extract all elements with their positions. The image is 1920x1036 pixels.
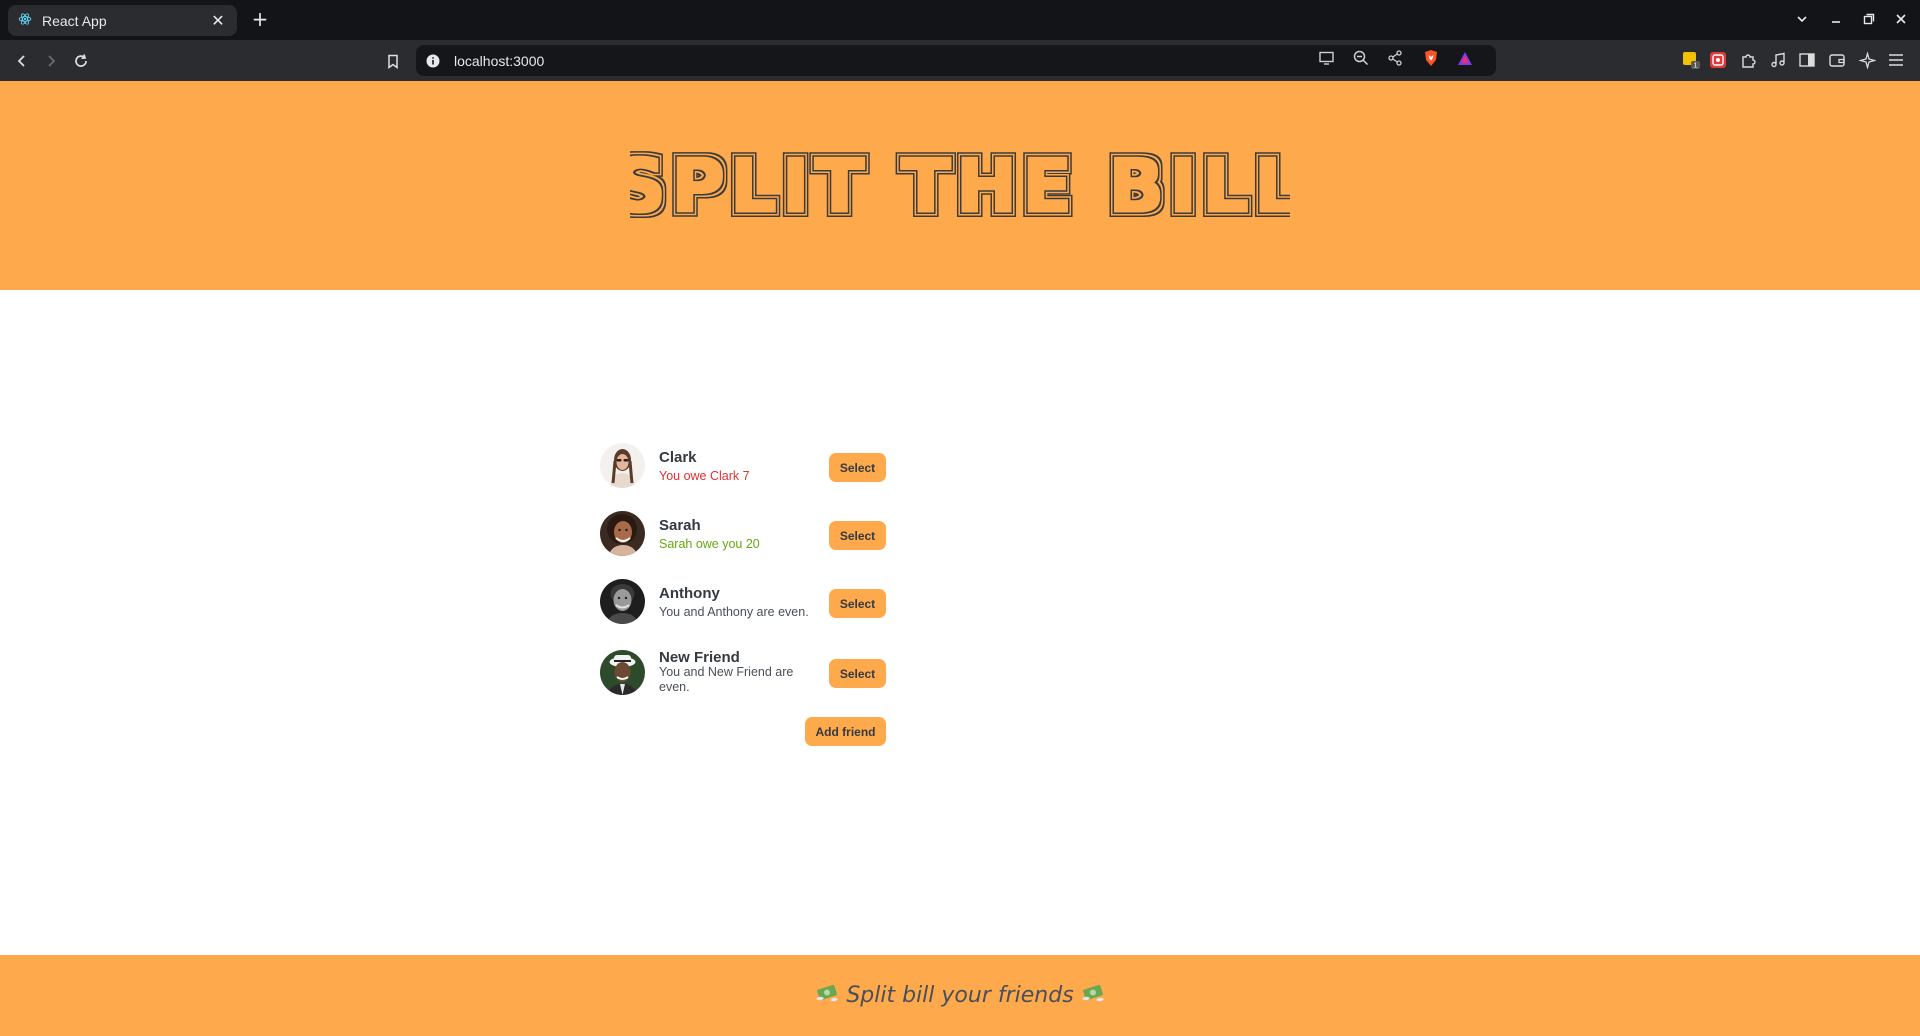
friend-name: Anthony <box>659 585 720 602</box>
money-with-wings-icon <box>1080 981 1106 1011</box>
tab-title: React App <box>42 12 107 29</box>
avatar <box>600 511 645 556</box>
wallet-icon[interactable] <box>1825 48 1849 72</box>
friend-item: Clark You owe Clark 7 Select <box>600 443 888 499</box>
media-music-icon[interactable] <box>1766 48 1790 72</box>
minimize-icon[interactable] <box>1824 8 1848 32</box>
share-icon[interactable] <box>1384 47 1406 69</box>
notes-extension-icon[interactable]: 1 <box>1679 48 1703 72</box>
select-friend-button[interactable]: Select <box>829 589 886 618</box>
back-icon[interactable] <box>9 48 35 74</box>
chevron-down-icon[interactable] <box>1790 8 1814 32</box>
app-title-text: SPLIT THE BILL <box>630 144 1290 228</box>
friend-name: New Friend <box>659 649 740 666</box>
zoom-out-icon[interactable] <box>1350 47 1372 69</box>
menu-icon[interactable] <box>1884 48 1908 72</box>
friend-item: Anthony You and Anthony are even. Select <box>600 579 888 635</box>
restore-icon[interactable] <box>1857 8 1881 32</box>
browser-tab-bar: React App ✕ + <box>0 0 1920 40</box>
brave-shield-icon[interactable] <box>1420 47 1442 69</box>
avatar <box>600 579 645 624</box>
friend-name: Sarah <box>659 517 701 534</box>
react-logo-icon <box>18 11 32 30</box>
browser-tab[interactable]: React App ✕ <box>8 5 237 36</box>
footer-text: Split bill your friends <box>846 983 1074 1008</box>
select-friend-button[interactable]: Select <box>829 659 886 688</box>
select-friend-button[interactable]: Select <box>829 521 886 550</box>
app-page: SPLIT THE BILL Clark You owe Clark 7 Sel… <box>0 81 1920 1036</box>
extension-red-icon[interactable] <box>1706 48 1730 72</box>
forward-icon[interactable] <box>38 48 64 74</box>
url-text: localhost:3000 <box>454 52 545 69</box>
add-friend-button[interactable]: Add friend <box>805 717 886 746</box>
bookmark-icon[interactable] <box>380 48 406 74</box>
close-tab-icon[interactable]: ✕ <box>209 11 227 30</box>
friend-balance: You and Anthony are even. <box>659 605 809 619</box>
brave-rewards-icon[interactable] <box>1454 47 1476 69</box>
app-footer: Split bill your friends <box>0 955 1920 1036</box>
app-header: SPLIT THE BILL <box>0 81 1920 290</box>
svg-text:1: 1 <box>1694 63 1698 70</box>
friend-item: New Friend You and New Friend are even. … <box>600 649 888 705</box>
select-friend-button[interactable]: Select <box>829 453 886 482</box>
sidebar-toggle-icon[interactable] <box>1795 48 1819 72</box>
friend-balance: Sarah owe you 20 <box>659 537 760 551</box>
app-title: SPLIT THE BILL <box>630 144 1290 228</box>
money-with-wings-icon <box>814 981 840 1011</box>
reload-icon[interactable] <box>68 48 94 74</box>
avatar <box>600 443 645 488</box>
leo-ai-icon[interactable] <box>1855 48 1879 72</box>
cast-icon[interactable] <box>1316 47 1338 69</box>
browser-toolbar: localhost:3000 1 <box>0 40 1920 81</box>
site-info-icon[interactable] <box>425 53 441 69</box>
friend-balance: You owe Clark 7 <box>659 469 750 483</box>
friend-balance: You and New Friend are even. <box>659 665 794 694</box>
new-tab-icon[interactable]: + <box>248 8 272 32</box>
friend-item: Sarah Sarah owe you 20 Select <box>600 511 888 567</box>
avatar <box>600 650 645 695</box>
friend-name: Clark <box>659 449 697 466</box>
close-window-icon[interactable] <box>1889 8 1913 32</box>
extensions-puzzle-icon[interactable] <box>1736 48 1760 72</box>
